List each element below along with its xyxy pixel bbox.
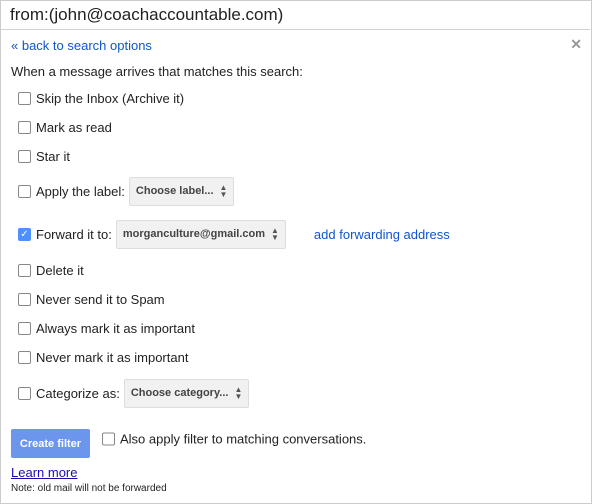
updown-icon: ▲ ▼ [219,183,228,199]
action-forward[interactable]: ✓ Forward it to: morganculture@gmail.com ▲ ▼… [18,219,450,249]
label: Delete it [36,262,84,278]
action-apply-label[interactable]: Apply the label: Choose label... ▲ ▼ [18,176,235,206]
action-mark-read[interactable]: Mark as read [18,117,112,137]
intro-text: When a message arrives that matches this… [11,64,303,79]
select-value: morganculture@gmail.com [122,228,265,240]
select-value: Choose category... [130,387,229,399]
label: Never mark it as important [36,349,189,365]
checkbox[interactable] [18,386,31,400]
checkbox[interactable] [102,432,115,446]
checkbox[interactable] [18,120,31,134]
checkbox[interactable] [18,350,31,364]
forward-address-select[interactable]: morganculture@gmail.com ▲ ▼ [115,219,286,249]
also-apply-option[interactable]: Also apply filter to matching conversati… [102,432,366,447]
create-filter-button[interactable]: Create filter [11,429,90,458]
label: Always mark it as important [36,320,195,336]
checkbox[interactable] [18,321,31,335]
label: Mark as read [36,119,112,135]
checkbox-checked[interactable]: ✓ [18,227,31,241]
action-never-spam[interactable]: Never send it to Spam [18,289,165,309]
action-never-important[interactable]: Never mark it as important [18,347,188,367]
checkbox[interactable] [18,263,31,277]
label: Categorize as: [36,385,120,401]
learn-more-link[interactable]: Learn more [11,465,77,480]
action-delete[interactable]: Delete it [18,260,84,280]
updown-icon: ▲ ▼ [234,385,243,401]
checkbox[interactable] [18,149,31,163]
label: Also apply filter to matching conversati… [120,431,367,447]
action-skip-inbox[interactable]: Skip the Inbox (Archive it) [18,88,184,108]
label: Forward it to: [36,226,112,242]
updown-icon: ▲ ▼ [271,226,279,242]
label: Skip the Inbox (Archive it) [36,90,185,106]
checkbox[interactable] [18,292,31,306]
label: Star it [36,148,70,164]
action-always-important[interactable]: Always mark it as important [18,318,195,338]
close-icon[interactable]: ✕ [570,36,582,53]
checkbox[interactable] [18,91,31,105]
note-text: Note: old mail will not be forwarded [11,483,167,494]
action-star[interactable]: Star it [18,146,70,166]
label-select[interactable]: Choose label... ▲ ▼ [128,176,235,206]
label: Apply the label: [36,183,125,199]
select-value: Choose label... [135,185,214,197]
add-forwarding-address-link[interactable]: add forwarding address [314,227,450,242]
checkbox[interactable] [18,184,31,198]
search-input[interactable]: from:(john@coachaccountable.com) [0,0,590,30]
action-categorize[interactable]: Categorize as: Choose category... ▲ ▼ [18,378,250,408]
label: Never send it to Spam [36,291,165,307]
back-to-search-options-link[interactable]: « back to search options [11,38,152,53]
category-select[interactable]: Choose category... ▲ ▼ [123,378,250,408]
